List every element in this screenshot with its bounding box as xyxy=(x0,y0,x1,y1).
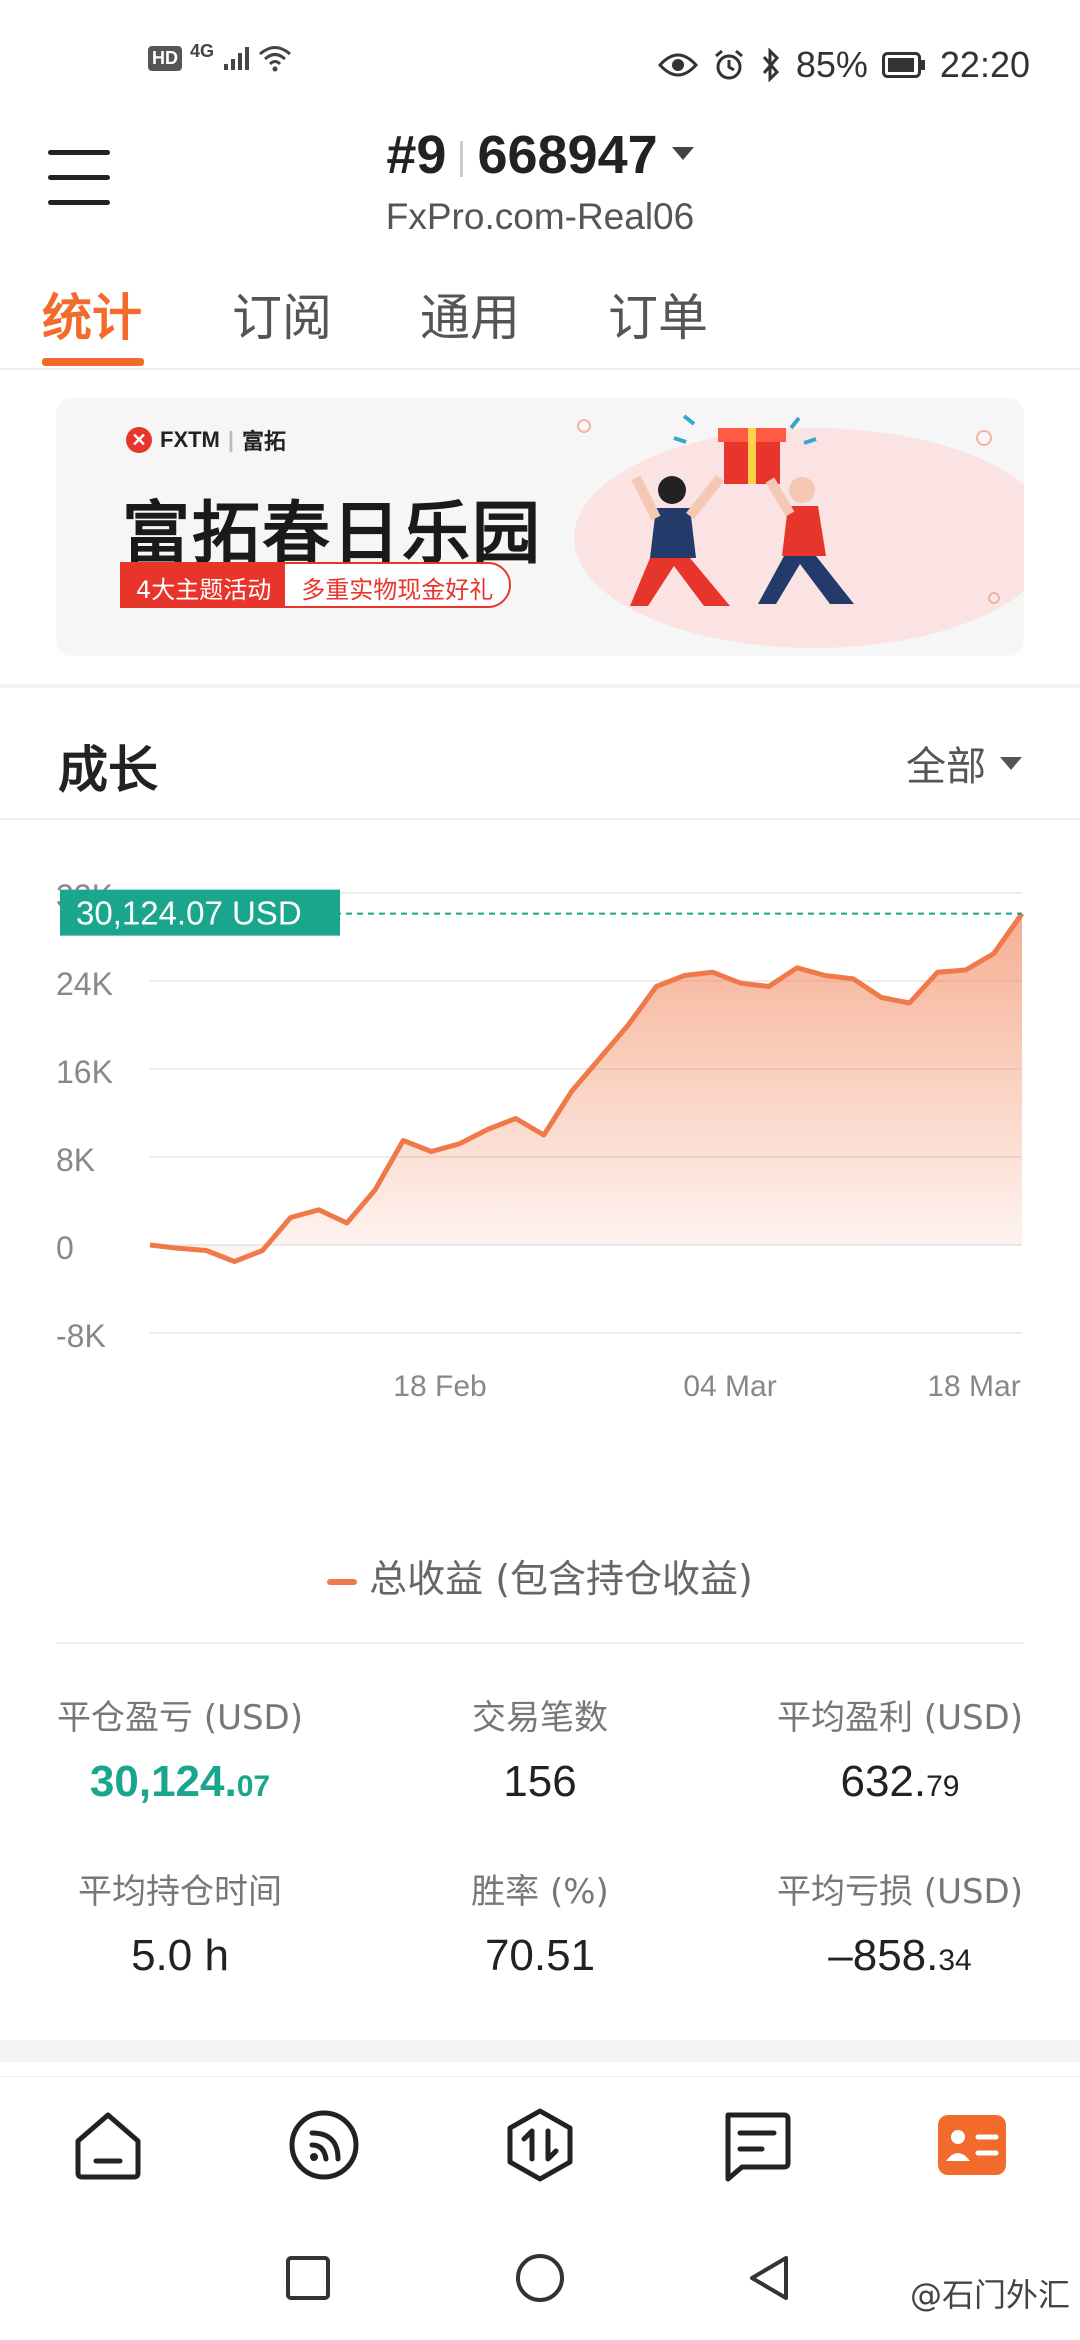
battery-percent: 85% xyxy=(795,44,868,85)
profile-card-icon[interactable] xyxy=(934,2107,1010,2183)
section-gap xyxy=(0,2040,1080,2062)
banner-tag-b: 多重实物现金好礼 xyxy=(285,564,510,606)
alarm-icon xyxy=(714,49,743,80)
banner-illustration xyxy=(574,414,1024,648)
stat-avg-loss: 平均亏损 (USD) –858.34 xyxy=(720,1864,1080,1981)
y-tick-label: 0 xyxy=(56,1230,74,1266)
y-tick-label: -8K xyxy=(56,1318,106,1354)
section-divider xyxy=(0,684,1080,688)
battery-icon xyxy=(881,52,925,78)
chevron-down-icon xyxy=(671,147,694,161)
wifi-icon xyxy=(259,46,291,72)
status-right: 85% 22:20 xyxy=(657,44,1030,86)
bottom-nav xyxy=(0,2076,1080,2206)
stat-label: 平仓盈亏 (USD) xyxy=(57,1698,303,1738)
back-icon[interactable] xyxy=(744,2252,796,2304)
account-rank: #9 xyxy=(386,125,447,185)
x-tick-label: 18 Feb xyxy=(393,1370,486,1403)
network-type: 4G xyxy=(190,40,215,61)
account-number: 668947 xyxy=(477,125,658,185)
watermark: @石门外汇 xyxy=(909,2276,1070,2314)
eye-icon xyxy=(657,53,698,77)
stat-win-rate: 胜率 (%) 70.51 xyxy=(360,1864,720,1981)
y-tick-label: 24K xyxy=(56,966,113,1002)
stat-trade-count: 交易笔数 156 xyxy=(360,1690,720,1807)
banner-tag-a: 4大主题活动 xyxy=(122,564,286,606)
tab-statistics[interactable]: 统计 xyxy=(42,278,142,350)
trade-icon[interactable] xyxy=(502,2107,578,2183)
banner-brand: ✕ FXTM | 富拓 xyxy=(126,424,286,456)
stat-value: 30,124.07 xyxy=(89,1757,271,1806)
current-value-label: 30,124.07 USD xyxy=(76,895,302,932)
section-divider xyxy=(0,818,1080,820)
clock: 22:20 xyxy=(939,44,1030,85)
status-left: HD 4G xyxy=(148,40,292,72)
legend-label: 总收益 (包含持仓收益) xyxy=(369,1557,753,1601)
stat-avg-hold-time: 平均持仓时间 5.0 h xyxy=(0,1864,360,1981)
account-selector[interactable]: #9 668947 xyxy=(0,124,1080,186)
series-area xyxy=(150,913,1022,1262)
bluetooth-icon xyxy=(762,48,779,82)
stat-value: 632.79 xyxy=(840,1757,960,1806)
account-server: FxPro.com-Real06 xyxy=(385,196,695,237)
stat-value: 5.0 h xyxy=(131,1931,229,1980)
banner-tagline: 4大主题活动 多重实物现金好礼 xyxy=(120,562,512,608)
stats-divider xyxy=(56,1642,1024,1644)
growth-filter-dropdown[interactable]: 全部 xyxy=(906,734,1022,792)
stat-value: –858.34 xyxy=(828,1931,972,1980)
stat-value: 156 xyxy=(503,1757,577,1806)
x-tick-label: 18 Mar xyxy=(927,1370,1020,1403)
tab-active-indicator xyxy=(42,358,144,366)
fxtm-logo-icon: ✕ xyxy=(126,427,152,453)
stat-label: 平均持仓时间 xyxy=(78,1872,282,1912)
tab-bar: 统计 订阅 通用 订单 xyxy=(0,270,1080,370)
promo-banner[interactable]: ✕ FXTM | 富拓 富拓春日乐园 4大主题活动 多重实物现金好礼 xyxy=(56,398,1024,656)
stat-value: 70.51 xyxy=(484,1931,596,1980)
growth-title: 成长 xyxy=(58,741,158,799)
chart-legend: 总收益 (包含持仓收益) xyxy=(0,1548,1080,1603)
filter-label: 全部 xyxy=(906,744,986,790)
y-tick-label: 16K xyxy=(56,1054,113,1090)
x-tick-label: 04 Mar xyxy=(683,1370,776,1403)
status-bar: HD 4G 85% 22:20 xyxy=(0,0,1080,130)
stat-label: 平均亏损 (USD) xyxy=(777,1872,1023,1912)
signal-icon xyxy=(224,47,250,70)
home-button-icon[interactable] xyxy=(514,2252,566,2304)
stat-label: 交易笔数 xyxy=(472,1698,608,1738)
tab-subscribe[interactable]: 订阅 xyxy=(232,278,332,350)
message-icon[interactable] xyxy=(718,2107,794,2183)
stat-avg-profit: 平均盈利 (USD) 632.79 xyxy=(720,1690,1080,1807)
y-tick-label: 8K xyxy=(56,1142,95,1178)
home-icon[interactable] xyxy=(70,2107,146,2183)
chevron-down-icon xyxy=(1000,756,1022,770)
system-nav-bar: @石门外汇 xyxy=(0,2214,1080,2340)
recents-icon[interactable] xyxy=(282,2252,334,2304)
signal-feed-icon[interactable] xyxy=(286,2107,362,2183)
stat-label: 平均盈利 (USD) xyxy=(777,1698,1023,1738)
growth-chart[interactable]: 32K24K16K8K0-8K30,124.07 USD18 Feb04 Mar… xyxy=(0,840,1080,1520)
stat-closed-pnl: 平仓盈亏 (USD) 30,124.07 xyxy=(0,1690,360,1807)
hd-badge: HD xyxy=(148,45,182,71)
stat-label: 胜率 (%) xyxy=(471,1872,609,1912)
brand-name: FXTM xyxy=(160,427,220,452)
tab-orders[interactable]: 订单 xyxy=(608,278,708,350)
tab-general[interactable]: 通用 xyxy=(420,278,520,350)
legend-swatch xyxy=(327,1578,358,1585)
brand-name-cn: 富拓 xyxy=(242,429,287,454)
